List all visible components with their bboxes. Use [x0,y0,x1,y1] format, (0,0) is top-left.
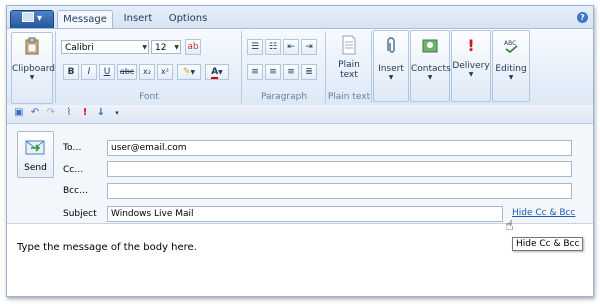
bullet-list-icon: ☰ [250,42,260,52]
align-right-button[interactable]: ≡ [283,64,299,80]
bullets-button[interactable]: ☰ [247,39,263,55]
send-button[interactable]: Send [17,131,54,178]
subject-field[interactable]: Windows Live Mail [107,206,503,222]
numbering-button[interactable]: ☷ [265,39,281,55]
clear-formatting-button[interactable]: ab [185,39,201,55]
font-name-value: Calibri [65,43,94,53]
customize-toolbar-icon[interactable]: ▾ [111,107,123,119]
tab-insert[interactable]: Insert [115,10,161,28]
font-group: Calibri ▼ 12 ▼ ab B I U abc x₂ x² ✎▼ A▼ … [57,31,242,103]
document-icon [21,12,34,22]
chevron-down-icon: ▾ [36,13,43,24]
spellcheck-icon: ABC [504,40,518,54]
plain-text-group: Plain text Plain text [327,31,372,103]
align-left-icon: ≡ [251,67,259,77]
bcc-label[interactable]: Bcc… [63,186,88,196]
paperclip-icon [387,37,395,53]
clipboard-label: Clipboard [12,64,55,74]
insert-button[interactable]: Insert ▼ [373,30,409,102]
indent-icon: ⇥ [305,42,313,52]
paragraph-group: ☰ ☷ ⇤ ⇥ ≡ ≡ ≡ ≣ Paragraph [243,31,326,103]
contacts-icon [422,39,438,53]
ribbon: Clipboard ▼ Calibri ▼ 12 ▼ ab B I U abc … [7,28,593,106]
exclamation-icon: ! [467,36,475,55]
hide-cc-bcc-link[interactable]: Hide Cc & Bcc [512,208,575,218]
cc-label[interactable]: Cc… [63,165,83,175]
tab-options[interactable]: Options [165,10,211,28]
align-left-button[interactable]: ≡ [247,64,263,80]
align-right-icon: ≡ [287,67,295,77]
delivery-label: Delivery [452,61,490,71]
hide-cc-bcc-tooltip: Hide Cc & Bcc [512,237,584,251]
clipboard-button[interactable]: Clipboard ▼ [11,32,55,104]
justify-button[interactable]: ≣ [301,64,317,80]
plain-text-icon [342,35,356,55]
chevron-down-icon: ▼ [427,74,433,81]
tab-message[interactable]: Message [57,10,113,29]
undo-icon[interactable]: ↶ [29,107,41,119]
send-mail-icon [25,140,44,155]
cc-field[interactable] [107,161,572,177]
plain-text-group-label: Plain text [327,92,371,102]
app-menu-button[interactable]: ▾ [10,10,54,29]
numbered-list-icon: ☷ [268,42,278,52]
italic-button[interactable]: I [81,64,97,80]
to-field[interactable]: user@email.com [107,140,572,156]
subscript-button[interactable]: x₂ [139,64,155,80]
low-priority-icon[interactable]: ↓ [95,107,107,119]
hand-pointer-cursor: ☝ [505,218,514,234]
mail-compose-window: ▾ Message Insert Options ? Clipboard ▼ C… [6,5,594,297]
redo-icon[interactable]: ↷ [45,107,57,119]
chevron-down-icon: ▼ [218,69,223,76]
font-group-label: Font [139,92,159,102]
font-name-select[interactable]: Calibri ▼ [61,40,149,54]
save-icon[interactable]: ▣ [13,107,25,119]
contacts-button[interactable]: Contacts ▼ [410,30,451,102]
underline-button[interactable]: U [99,64,115,80]
bold-button[interactable]: B [63,64,79,80]
subject-label: Subject [63,209,97,219]
font-color-button[interactable]: A▼ [205,64,229,80]
clear-formatting-icon: ab [187,42,199,52]
justify-icon: ≣ [305,67,313,77]
strikethrough-button[interactable]: abc [117,64,137,80]
font-size-value: 12 [155,43,167,53]
chevron-down-icon: ▼ [174,44,179,51]
chevron-down-icon: ▼ [468,71,474,78]
align-center-button[interactable]: ≡ [265,64,281,80]
chevron-down-icon: ▼ [388,74,394,81]
align-center-icon: ≡ [269,67,277,77]
chevron-down-icon: ▼ [29,74,35,81]
superscript-button[interactable]: x² [157,64,173,80]
contacts-label: Contacts [411,64,451,74]
clipboard-icon [25,37,39,55]
help-icon[interactable]: ? [577,12,588,23]
clipboard-group: Clipboard ▼ [9,31,56,104]
increase-indent-button[interactable]: ⇥ [301,39,317,55]
editing-label: Editing [495,64,527,74]
font-size-select[interactable]: 12 ▼ [151,40,181,54]
quick-access-toolbar: ▣ ↶ ↷ ⌇ ! ↓ ▾ [7,105,593,124]
plain-text-button[interactable]: Plain text [329,35,369,80]
ribbon-tab-strip: ▾ Message Insert Options ? [7,6,593,29]
paperclip-icon[interactable]: ⌇ [63,107,75,119]
chevron-down-icon: ▼ [190,69,196,76]
message-header: Send To… user@email.com Cc… Bcc… Subject… [7,124,593,224]
delivery-button[interactable]: ! Delivery ▼ [451,30,491,102]
svg-text:ABC: ABC [504,40,516,47]
message-body[interactable]: Type the message of the body here. [17,242,197,253]
chevron-down-icon: ▼ [508,74,514,81]
highlight-button[interactable]: ✎▼ [177,64,201,80]
editing-button[interactable]: ABC Editing ▼ [492,30,530,102]
insert-label: Insert [378,64,404,74]
high-priority-icon[interactable]: ! [79,107,91,119]
to-label[interactable]: To… [63,143,81,153]
send-label: Send [24,163,47,173]
outdent-icon: ⇤ [287,42,295,52]
decrease-indent-button[interactable]: ⇤ [283,39,299,55]
plain-text-button-label: Plain text [338,60,360,80]
bcc-field[interactable] [107,183,572,199]
paragraph-group-label: Paragraph [260,92,308,102]
chevron-down-icon: ▼ [142,44,147,51]
